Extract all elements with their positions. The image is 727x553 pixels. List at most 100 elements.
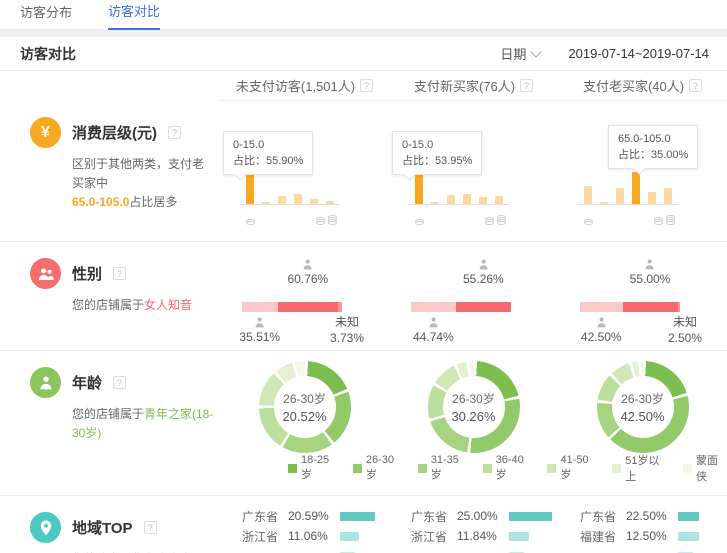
region-name: 广东省 xyxy=(411,508,457,525)
legend-swatch xyxy=(483,464,492,473)
tooltip-range: 65.0-105.0 xyxy=(618,131,688,147)
legend-label: 36-40岁 xyxy=(496,454,533,482)
consume-chart-new-buyers[interactable]: 0-15.0 占比：53.95% xyxy=(389,101,558,241)
donut-center-value: 30.26% xyxy=(451,409,495,424)
chart-tooltip: 0-15.0 占比：53.95% xyxy=(392,131,482,175)
tooltip-ratio: 占比：55.90% xyxy=(233,153,303,169)
cohort-header-old-buyers: 支付老买家(40人) ? xyxy=(558,76,727,95)
age-section-desc: 您的店铺属于青年之家(18-30岁) xyxy=(72,405,214,443)
chevron-down-icon xyxy=(531,46,542,57)
tab-visitor-distribution[interactable]: 访客分布 xyxy=(20,2,72,29)
high-spend-icon xyxy=(654,217,675,225)
gender-bar xyxy=(580,302,680,312)
low-spend-icon xyxy=(415,221,424,225)
region-row: 广东省22.50% xyxy=(580,506,721,526)
tooltip-range: 0-15.0 xyxy=(402,137,472,153)
male-icon xyxy=(594,316,608,329)
legend-label: 26-30岁 xyxy=(366,454,403,482)
help-icon[interactable]: ? xyxy=(360,79,373,92)
help-icon[interactable]: ? xyxy=(113,376,126,389)
tab-visitor-compare[interactable]: 访客对比 xyxy=(108,1,160,30)
region-row xyxy=(411,546,552,553)
unknown-segment xyxy=(678,302,681,312)
tooltip-ratio: 占比：53.95% xyxy=(402,153,472,169)
male-pct: 44.74% xyxy=(413,330,454,344)
consume-bars xyxy=(240,172,340,205)
female-icon xyxy=(476,258,490,271)
legend-label: 18-25岁 xyxy=(301,454,338,482)
region-bar xyxy=(340,512,375,521)
legend-item: 31-35岁 xyxy=(418,454,468,482)
gender-chart-new-buyers[interactable]: 55.26% 44.74% xyxy=(389,242,558,350)
male-stat: 42.50% xyxy=(581,316,622,344)
region-name: 福建省 xyxy=(580,528,626,545)
male-segment xyxy=(411,302,456,312)
region-row: 浙江省11.06% xyxy=(242,526,383,546)
help-icon[interactable]: ? xyxy=(689,79,702,92)
gender-people-icon xyxy=(30,258,61,289)
chart-tooltip: 0-15.0 占比：55.90% xyxy=(223,131,313,175)
consume-chart-unpaid[interactable]: 0-15.0 占比：55.90% xyxy=(220,101,389,241)
region-name: 浙江省 xyxy=(242,528,288,545)
donut-center: 26-30岁 30.26% xyxy=(443,376,505,438)
female-icon xyxy=(301,258,315,271)
cohort-header-row: 未支付访客(1,501人) ? 支付新买家(76人) ? 支付老买家(40人) … xyxy=(220,71,727,101)
help-icon[interactable]: ? xyxy=(520,79,533,92)
legend-swatch xyxy=(683,464,692,473)
money-icon: ¥ xyxy=(30,117,61,148)
male-pct: 35.51% xyxy=(239,330,280,344)
card-header: 访客对比 日期 2019-07-14~2019-07-14 xyxy=(0,37,727,71)
age-desc-prefix: 您的店铺属于 xyxy=(72,407,144,421)
region-row xyxy=(242,546,383,553)
region-section-title: 地域TOP xyxy=(72,517,133,538)
region-row: 浙江省11.84% xyxy=(411,526,552,546)
legend-label: 41-50岁 xyxy=(560,454,597,482)
consume-desc-line1: 区别于其他两类，支付老买家中 xyxy=(72,157,204,190)
unknown-label: 未知 xyxy=(330,314,364,330)
legend-swatch xyxy=(418,464,427,473)
unknown-label: 未知 xyxy=(668,314,702,330)
tooltip-range: 0-15.0 xyxy=(233,137,303,153)
female-pct: 55.00% xyxy=(630,272,671,286)
high-spend-icon xyxy=(316,217,337,225)
unknown-pct: 3.73% xyxy=(330,330,364,346)
donut-center: 26-30岁 20.52% xyxy=(274,376,336,438)
female-icon xyxy=(643,258,657,271)
legend-item: 41-50岁 xyxy=(547,454,597,482)
region-pct: 22.50% xyxy=(626,509,678,523)
region-row: 广东省25.00% xyxy=(411,506,552,526)
donut-center-value: 20.52% xyxy=(282,409,326,424)
help-icon[interactable]: ? xyxy=(144,521,157,534)
date-dropdown[interactable]: 日期 xyxy=(500,44,540,63)
high-spend-icon xyxy=(485,217,506,225)
region-bar xyxy=(340,532,359,541)
legend-swatch xyxy=(547,464,556,473)
region-list-unpaid: 广东省20.59% 浙江省11.06% xyxy=(220,496,389,553)
consume-bars xyxy=(578,172,678,205)
female-segment xyxy=(623,302,678,312)
region-row: 福建省12.50% xyxy=(580,526,721,546)
gender-section-desc: 您的店铺属于女人知音 xyxy=(72,296,214,315)
female-stat: 55.00% xyxy=(630,258,671,286)
consume-section-title: 消费层级(元) xyxy=(72,122,157,143)
legend-swatch xyxy=(288,464,297,473)
gender-chart-unpaid[interactable]: 60.76% 35.51% 未知 3.73% xyxy=(220,242,389,350)
female-segment xyxy=(456,302,511,312)
help-icon[interactable]: ? xyxy=(113,267,126,280)
person-icon xyxy=(30,367,61,398)
gender-chart-old-buyers[interactable]: 55.00% 42.50% 未知 2.50% xyxy=(558,242,727,350)
cohort-header-unpaid: 未支付访客(1,501人) ? xyxy=(220,76,389,95)
region-name: 广东省 xyxy=(580,508,626,525)
legend-item: 51岁以上 xyxy=(612,452,668,484)
consume-chart-old-buyers[interactable]: 65.0-105.0 占比：35.00% xyxy=(558,101,727,241)
male-icon xyxy=(253,316,267,329)
consume-desc-highlight: 65.0-105.0 xyxy=(72,195,129,209)
male-stat: 44.74% xyxy=(413,316,454,344)
date-range-value[interactable]: 2019-07-14~2019-07-14 xyxy=(568,46,709,61)
legend-swatch xyxy=(353,464,362,473)
visitor-compare-page: 访客分布 访客对比 访客对比 日期 2019-07-14~2019-07-14 … xyxy=(0,0,727,553)
chart-tooltip: 65.0-105.0 占比：35.00% xyxy=(608,125,698,169)
region-name: 广东省 xyxy=(242,508,288,525)
region-pct: 20.59% xyxy=(288,509,340,523)
help-icon[interactable]: ? xyxy=(168,126,181,139)
